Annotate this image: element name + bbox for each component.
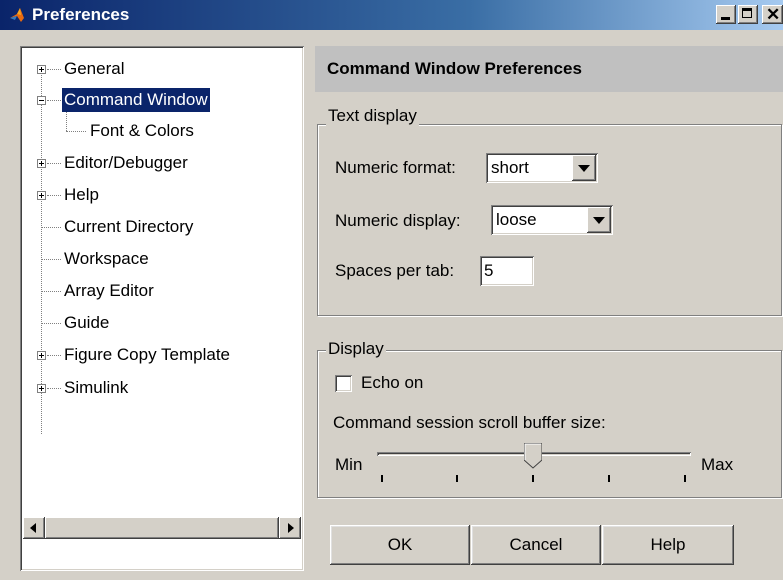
- slider-tick: [684, 475, 686, 482]
- tree-item-help[interactable]: Help: [64, 183, 99, 207]
- spaces-per-tab-label: Spaces per tab:: [335, 261, 455, 280]
- matlab-logo-icon: [10, 8, 24, 22]
- expand-simulink-icon[interactable]: [37, 384, 46, 393]
- maximize-icon: [742, 8, 752, 18]
- numeric-format-label: Numeric format:: [335, 158, 456, 177]
- tree-item-editor-debugger[interactable]: Editor/Debugger: [64, 151, 188, 175]
- panel-header: Command Window Preferences: [315, 46, 783, 92]
- ok-button[interactable]: OK: [330, 525, 470, 565]
- tree-item-figure-copy-template[interactable]: Figure Copy Template: [64, 343, 230, 367]
- numeric-display-select[interactable]: loose: [491, 205, 613, 235]
- numeric-display-value: loose: [496, 210, 537, 229]
- display-legend: Display: [326, 339, 386, 359]
- scroll-buffer-label: Command session scroll buffer size:: [333, 413, 606, 432]
- spaces-per-tab-input[interactable]: 5: [480, 256, 534, 286]
- echo-on-label[interactable]: Echo on: [361, 372, 423, 394]
- arrow-left-icon: [30, 523, 36, 533]
- numeric-display-dropdown-button[interactable]: [587, 207, 611, 233]
- expand-figure-copy-template-icon[interactable]: [37, 351, 46, 360]
- tree-connector: [47, 69, 61, 70]
- tree-item-general[interactable]: General: [64, 57, 124, 81]
- tree-item-current-directory[interactable]: Current Directory: [64, 215, 193, 239]
- slider-tick: [381, 475, 383, 482]
- tree-connector: [47, 388, 61, 389]
- echo-on-checkbox[interactable]: [335, 375, 352, 392]
- slider-tick: [608, 475, 610, 482]
- minimize-button[interactable]: [716, 5, 736, 24]
- numeric-format-dropdown-button[interactable]: [572, 155, 596, 181]
- expand-editor-debugger-icon[interactable]: [37, 159, 46, 168]
- slider-min-label: Min: [335, 455, 363, 474]
- tree-item-command-window[interactable]: Command Window: [62, 88, 210, 112]
- tree-connector: [41, 323, 61, 324]
- minimize-icon: [721, 17, 730, 20]
- chevron-down-icon: [578, 165, 590, 172]
- help-button[interactable]: Help: [602, 525, 734, 565]
- collapse-command-window-icon[interactable]: [37, 96, 46, 105]
- tree-item-font-colors[interactable]: Font & Colors: [90, 119, 194, 143]
- preferences-tree[interactable]: General Command Window Font & Colors Edi…: [20, 46, 304, 571]
- close-button[interactable]: ✕: [762, 5, 783, 24]
- expand-general-icon[interactable]: [37, 65, 46, 74]
- numeric-format-select[interactable]: short: [486, 153, 598, 183]
- slider-max-label: Max: [701, 455, 734, 474]
- tree-connector: [47, 355, 61, 356]
- tree-item-simulink[interactable]: Simulink: [64, 376, 128, 400]
- title-bar[interactable]: Preferences ✕: [0, 0, 783, 30]
- tree-horizontal-scrollbar[interactable]: [23, 517, 301, 539]
- tree-item-array-editor[interactable]: Array Editor: [64, 279, 154, 303]
- slider-tick: [456, 475, 458, 482]
- window-title: Preferences: [32, 5, 130, 24]
- arrow-right-icon: [288, 523, 294, 533]
- slider-tick: [532, 475, 534, 482]
- tree-connector: [66, 131, 86, 132]
- tree-connector: [41, 69, 42, 434]
- tree-connector: [47, 100, 61, 101]
- spaces-per-tab-value: 5: [484, 261, 494, 280]
- tree-item-workspace[interactable]: Workspace: [64, 247, 149, 271]
- numeric-display-label: Numeric display:: [335, 211, 461, 230]
- close-icon: ✕: [766, 5, 781, 24]
- panel-title: Command Window Preferences: [327, 59, 582, 78]
- numeric-format-value: short: [491, 158, 529, 177]
- tree-connector: [66, 109, 67, 131]
- scrollbar-thumb[interactable]: [45, 517, 279, 539]
- tree-connector: [41, 291, 61, 292]
- tree-connector: [47, 163, 61, 164]
- tree-item-guide[interactable]: Guide: [64, 311, 109, 335]
- scroll-right-button[interactable]: [279, 517, 301, 539]
- scroll-buffer-slider-thumb[interactable]: [524, 443, 542, 469]
- tree-connector: [41, 259, 61, 260]
- tree-connector: [47, 195, 61, 196]
- cancel-button[interactable]: Cancel: [471, 525, 601, 565]
- text-display-legend: Text display: [326, 106, 419, 126]
- expand-help-icon[interactable]: [37, 191, 46, 200]
- chevron-down-icon: [593, 217, 605, 224]
- maximize-button[interactable]: [738, 5, 758, 24]
- tree-connector: [41, 227, 61, 228]
- preferences-window: Preferences ✕ General Command Window Fon…: [0, 0, 783, 580]
- scroll-left-button[interactable]: [23, 517, 45, 539]
